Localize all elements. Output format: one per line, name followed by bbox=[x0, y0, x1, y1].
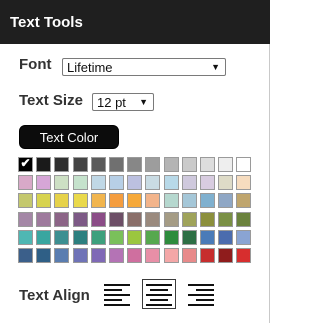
color-swatch[interactable] bbox=[18, 230, 33, 245]
color-swatch[interactable]: ✔ bbox=[18, 157, 33, 172]
color-swatch[interactable] bbox=[36, 230, 51, 245]
text-size-select-value: 12 pt bbox=[97, 94, 126, 110]
color-swatch[interactable] bbox=[36, 157, 51, 172]
color-swatch[interactable] bbox=[182, 193, 197, 208]
color-swatch[interactable] bbox=[127, 248, 142, 263]
color-swatch[interactable] bbox=[91, 175, 106, 190]
color-swatch[interactable] bbox=[236, 175, 251, 190]
color-swatch[interactable] bbox=[236, 212, 251, 227]
color-swatch[interactable] bbox=[182, 248, 197, 263]
color-swatch[interactable] bbox=[109, 193, 124, 208]
color-swatch[interactable] bbox=[145, 212, 160, 227]
color-swatch[interactable] bbox=[200, 157, 215, 172]
color-swatch[interactable] bbox=[164, 212, 179, 227]
color-swatch[interactable] bbox=[127, 230, 142, 245]
align-center-icon bbox=[146, 284, 172, 306]
color-swatch[interactable] bbox=[236, 193, 251, 208]
color-swatch[interactable] bbox=[218, 230, 233, 245]
selected-check-icon: ✔ bbox=[20, 156, 31, 170]
color-swatch[interactable] bbox=[109, 248, 124, 263]
color-swatch[interactable] bbox=[36, 212, 51, 227]
color-swatch[interactable] bbox=[200, 248, 215, 263]
color-swatch[interactable] bbox=[127, 212, 142, 227]
font-select-value: Lifetime bbox=[67, 59, 113, 75]
color-swatch[interactable] bbox=[36, 175, 51, 190]
color-swatch[interactable] bbox=[91, 157, 106, 172]
color-swatch[interactable] bbox=[18, 212, 33, 227]
color-swatch[interactable] bbox=[127, 157, 142, 172]
color-swatch[interactable] bbox=[182, 175, 197, 190]
font-select-arrow-icon: ▼ bbox=[211, 62, 220, 72]
align-left-icon bbox=[104, 284, 130, 306]
color-swatch[interactable] bbox=[18, 248, 33, 263]
text-size-label: Text Size bbox=[19, 92, 83, 109]
color-swatch[interactable] bbox=[218, 248, 233, 263]
text-size-select-arrow-icon: ▼ bbox=[139, 97, 148, 107]
color-swatch[interactable] bbox=[18, 175, 33, 190]
color-swatch[interactable] bbox=[182, 212, 197, 227]
color-swatch[interactable] bbox=[236, 230, 251, 245]
color-swatch[interactable] bbox=[73, 193, 88, 208]
text-color-button[interactable]: Text Color bbox=[19, 125, 119, 149]
color-swatch[interactable] bbox=[73, 248, 88, 263]
color-swatch[interactable] bbox=[145, 248, 160, 263]
color-swatch[interactable] bbox=[73, 157, 88, 172]
color-swatch[interactable] bbox=[236, 157, 251, 172]
text-size-select[interactable]: 12 pt ▼ bbox=[92, 93, 154, 111]
color-swatch[interactable] bbox=[200, 175, 215, 190]
color-swatch[interactable] bbox=[91, 248, 106, 263]
color-swatch[interactable] bbox=[54, 248, 69, 263]
font-select[interactable]: Lifetime ▼ bbox=[62, 58, 226, 76]
color-swatch[interactable] bbox=[218, 212, 233, 227]
color-swatch[interactable] bbox=[91, 193, 106, 208]
color-swatch[interactable] bbox=[127, 175, 142, 190]
color-swatch[interactable] bbox=[109, 212, 124, 227]
color-swatch[interactable] bbox=[145, 193, 160, 208]
color-swatch[interactable] bbox=[18, 193, 33, 208]
font-label: Font bbox=[19, 56, 52, 73]
color-swatch[interactable] bbox=[164, 248, 179, 263]
panel-title: Text Tools bbox=[0, 0, 270, 44]
color-swatch[interactable] bbox=[164, 157, 179, 172]
color-swatch[interactable] bbox=[218, 157, 233, 172]
color-swatch[interactable] bbox=[73, 230, 88, 245]
color-swatch[interactable] bbox=[91, 212, 106, 227]
color-swatch[interactable] bbox=[218, 175, 233, 190]
color-swatch[interactable] bbox=[145, 157, 160, 172]
color-swatch[interactable] bbox=[54, 157, 69, 172]
color-swatch[interactable] bbox=[145, 175, 160, 190]
color-swatch[interactable] bbox=[54, 230, 69, 245]
text-align-label: Text Align bbox=[19, 287, 90, 304]
align-right-icon bbox=[188, 284, 214, 306]
color-swatch[interactable] bbox=[200, 212, 215, 227]
color-swatch[interactable] bbox=[73, 175, 88, 190]
color-palette: ✔ bbox=[18, 157, 269, 266]
color-swatch[interactable] bbox=[182, 157, 197, 172]
color-swatch[interactable] bbox=[91, 230, 106, 245]
color-swatch[interactable] bbox=[36, 193, 51, 208]
color-swatch[interactable] bbox=[73, 212, 88, 227]
color-swatch[interactable] bbox=[109, 230, 124, 245]
color-swatch[interactable] bbox=[54, 212, 69, 227]
align-right-button[interactable] bbox=[184, 279, 218, 309]
color-swatch[interactable] bbox=[109, 157, 124, 172]
color-swatch[interactable] bbox=[200, 230, 215, 245]
color-swatch[interactable] bbox=[36, 248, 51, 263]
color-swatch[interactable] bbox=[200, 193, 215, 208]
color-swatch[interactable] bbox=[127, 193, 142, 208]
color-swatch[interactable] bbox=[182, 230, 197, 245]
color-swatch[interactable] bbox=[164, 230, 179, 245]
color-swatch[interactable] bbox=[54, 175, 69, 190]
text-tools-panel: Text Tools Font Lifetime ▼ Text Size 12 … bbox=[0, 0, 270, 323]
color-swatch[interactable] bbox=[109, 175, 124, 190]
color-swatch[interactable] bbox=[236, 248, 251, 263]
color-swatch[interactable] bbox=[145, 230, 160, 245]
align-center-button[interactable] bbox=[142, 279, 176, 309]
color-swatch[interactable] bbox=[164, 193, 179, 208]
align-left-button[interactable] bbox=[100, 279, 134, 309]
color-swatch[interactable] bbox=[218, 193, 233, 208]
color-swatch[interactable] bbox=[164, 175, 179, 190]
color-swatch[interactable] bbox=[54, 193, 69, 208]
